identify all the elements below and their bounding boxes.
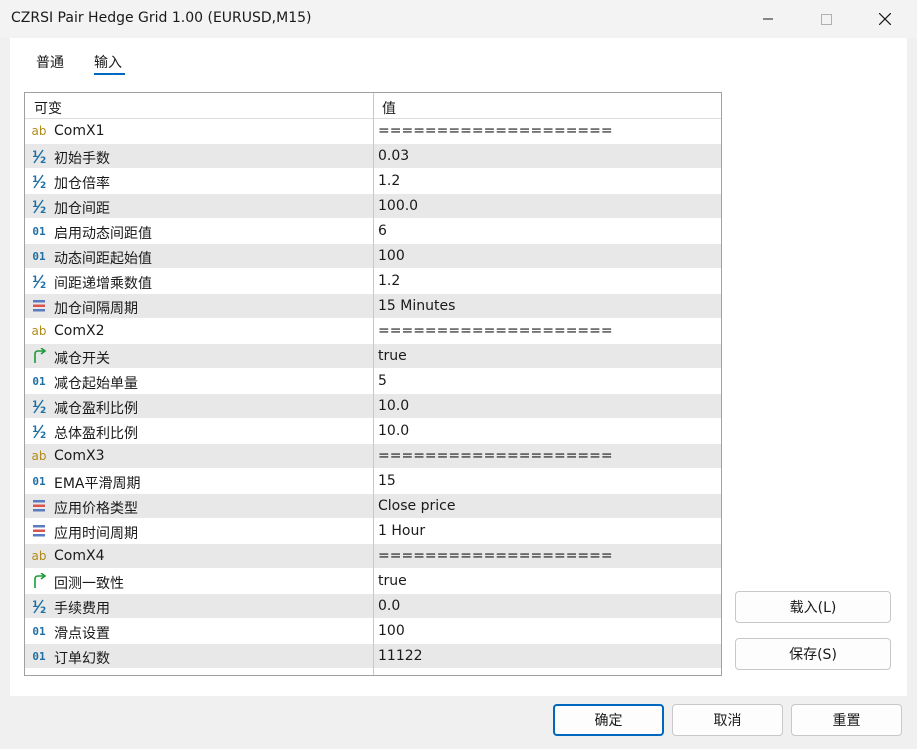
row-value[interactable]: ==================== [378,548,613,564]
row-value[interactable]: true [378,573,407,589]
svg-text:2: 2 [40,281,46,289]
enum-type-icon [30,522,48,540]
row-variable-name: 应用时间周期 [54,526,138,542]
integer-type-icon: 01 [32,624,46,638]
svg-text:2: 2 [40,406,46,414]
string-type-icon: ab [31,449,47,463]
row-variable-name: 应用价格类型 [54,501,138,517]
row-variable-name: 加仓间距 [54,201,110,217]
double-type-icon: 12 [30,397,48,415]
row-variable-name: 回测一致性 [54,576,124,592]
close-button[interactable] [862,0,908,38]
row-value[interactable]: 5 [378,373,387,389]
row-value[interactable]: 1.2 [378,273,400,289]
title-bar: CZRSI Pair Hedge Grid 1.00 (EURUSD,M15) [0,0,917,38]
row-variable-name: 加仓间隔周期 [54,301,138,317]
integer-type-icon: 01 [32,249,46,263]
row-value[interactable]: 1.2 [378,173,400,189]
svg-text:2: 2 [40,181,46,189]
row-value[interactable]: Close price [378,498,455,514]
row-value[interactable]: 100 [378,248,405,264]
svg-text:2: 2 [40,206,46,214]
row-value[interactable]: 1 Hour [378,523,425,539]
column-header-value[interactable]: 值 [382,98,396,118]
bool-type-icon [30,572,48,590]
row-variable-name: 减仓起始单量 [54,376,138,392]
tab-general[interactable]: 普通 [36,52,64,72]
row-value[interactable]: ==================== [378,448,613,464]
row-value[interactable]: 10.0 [378,423,409,439]
integer-type-icon: 01 [32,224,46,238]
row-value[interactable]: 6 [378,223,387,239]
double-type-icon: 12 [30,197,48,215]
string-type-icon: ab [31,324,47,338]
active-tab-indicator [94,73,125,75]
double-type-icon: 12 [30,422,48,440]
save-button[interactable]: 保存(S) [735,638,891,670]
integer-type-icon: 01 [32,474,46,488]
dialog-client-area: 普通 输入 可变 值 ab ComX1 ==================== 1 2… [10,38,907,696]
double-type-icon: 12 [30,172,48,190]
row-value[interactable]: 10.0 [378,398,409,414]
row-variable-name: 加仓倍率 [54,176,110,192]
string-type-icon: ab [31,124,47,138]
row-value[interactable]: 0.03 [378,148,409,164]
row-variable-name: 滑点设置 [54,626,110,642]
window-title: CZRSI Pair Hedge Grid 1.00 (EURUSD,M15) [11,10,312,26]
string-type-icon: ab [31,549,47,563]
integer-type-icon: 01 [32,374,46,388]
row-variable-name: ComX3 [54,448,105,464]
row-variable-name: 订单幻数 [54,651,110,667]
svg-text:2: 2 [40,156,46,164]
minimize-button[interactable] [745,0,791,38]
svg-text:2: 2 [40,431,46,439]
double-type-icon: 12 [30,147,48,165]
row-value[interactable]: 15 [378,473,396,489]
row-value[interactable]: ==================== [378,323,613,339]
row-variable-name: 总体盈利比例 [54,426,138,442]
row-variable-name: 间距递增乘数值 [54,276,152,292]
column-header-variable[interactable]: 可变 [34,98,62,118]
maximize-icon [820,13,832,25]
row-value[interactable]: ==================== [378,123,613,139]
reset-button[interactable]: 重置 [791,704,902,736]
close-icon [879,13,891,25]
cancel-button[interactable]: 取消 [672,704,783,736]
row-variable-name: ComX1 [54,123,105,139]
enum-type-icon [30,497,48,515]
ok-button[interactable]: 确定 [553,704,664,736]
double-type-icon: 12 [30,597,48,615]
inputs-grid[interactable]: 可变 值 ab ComX1 ==================== 1 2 初始手数 0.… [24,92,722,676]
column-divider [373,93,374,675]
minimize-icon [763,18,773,20]
integer-type-icon: 01 [32,649,46,663]
row-variable-name: 启用动态间距值 [54,226,152,242]
enum-type-icon [30,297,48,315]
double-type-icon: 12 [30,272,48,290]
row-value[interactable]: 100.0 [378,198,418,214]
row-value[interactable]: 11122 [378,648,423,664]
row-value[interactable]: 100 [378,623,405,639]
tab-input[interactable]: 输入 [94,52,122,72]
row-variable-name: 手续费用 [54,601,110,617]
row-value[interactable]: 15 Minutes [378,298,455,314]
row-variable-name: 初始手数 [54,151,110,167]
bool-type-icon [30,347,48,365]
row-variable-name: 减仓盈利比例 [54,401,138,417]
row-variable-name: ComX4 [54,548,105,564]
maximize-button[interactable] [803,0,849,38]
row-value[interactable]: true [378,348,407,364]
row-variable-name: 减仓开关 [54,351,110,367]
load-button[interactable]: 载入(L) [735,591,891,623]
row-variable-name: EMA平滑周期 [54,476,141,492]
row-variable-name: ComX2 [54,323,105,339]
row-variable-name: 动态间距起始值 [54,251,152,267]
row-value[interactable]: 0.0 [378,598,400,614]
svg-text:2: 2 [40,606,46,614]
